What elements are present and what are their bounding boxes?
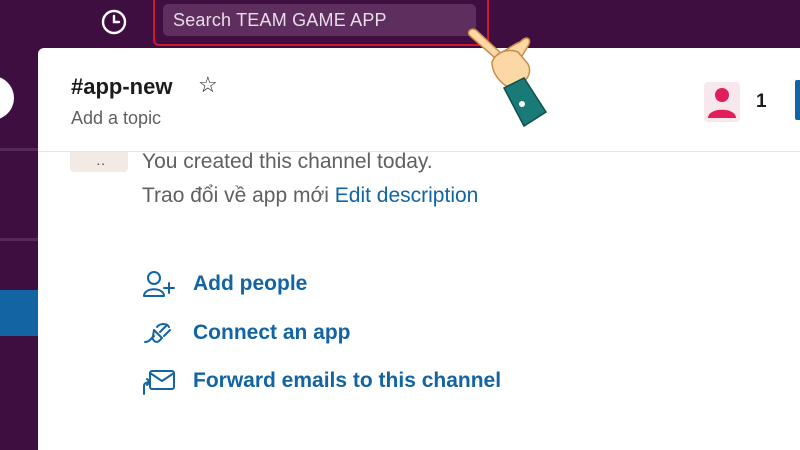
add-people-label: Add people bbox=[193, 272, 308, 295]
add-person-icon bbox=[142, 269, 176, 299]
channel-title[interactable]: #app-new bbox=[71, 74, 172, 100]
channel-header: #app-new ☆ Add a topic 1 bbox=[38, 48, 800, 152]
history-button[interactable] bbox=[98, 6, 130, 38]
channel-description: Trao đổi về app mới bbox=[142, 184, 329, 207]
edit-description-link[interactable]: Edit description bbox=[335, 184, 479, 207]
forward-emails-button[interactable]: Forward emails to this channel bbox=[142, 366, 501, 396]
top-bar: Search TEAM GAME APP bbox=[0, 0, 800, 48]
members-button[interactable]: 1 bbox=[704, 82, 767, 122]
connect-app-button[interactable]: Connect an app bbox=[142, 318, 351, 348]
channel-created-text: You created this channel today. bbox=[142, 150, 433, 173]
sidebar-item-active[interactable] bbox=[0, 290, 38, 336]
person-icon bbox=[704, 82, 740, 122]
workspace-avatar[interactable] bbox=[0, 76, 14, 120]
member-count: 1 bbox=[756, 91, 767, 112]
add-people-button[interactable]: Add people bbox=[142, 269, 307, 299]
details-panel-edge[interactable] bbox=[795, 80, 800, 120]
workspace-sidebar bbox=[0, 48, 38, 450]
channel-description-line: Trao đổi về app mới Edit description bbox=[142, 184, 478, 208]
sidebar-divider bbox=[0, 148, 38, 151]
add-topic-link[interactable]: Add a topic bbox=[71, 108, 161, 129]
star-outline-icon[interactable]: ☆ bbox=[198, 72, 218, 98]
plug-icon bbox=[142, 318, 176, 348]
clock-icon bbox=[101, 9, 127, 35]
search-input[interactable]: Search TEAM GAME APP bbox=[163, 4, 476, 36]
search-placeholder: Search TEAM GAME APP bbox=[173, 9, 387, 30]
connect-app-label: Connect an app bbox=[193, 321, 351, 344]
forward-emails-label: Forward emails to this channel bbox=[193, 369, 502, 392]
sidebar-divider bbox=[0, 238, 38, 241]
channel-intro-avatar: ‥ bbox=[70, 152, 128, 172]
email-forward-icon bbox=[142, 366, 176, 396]
channel-view: #app-new ☆ Add a topic 1 ‥ You created t… bbox=[38, 48, 800, 450]
